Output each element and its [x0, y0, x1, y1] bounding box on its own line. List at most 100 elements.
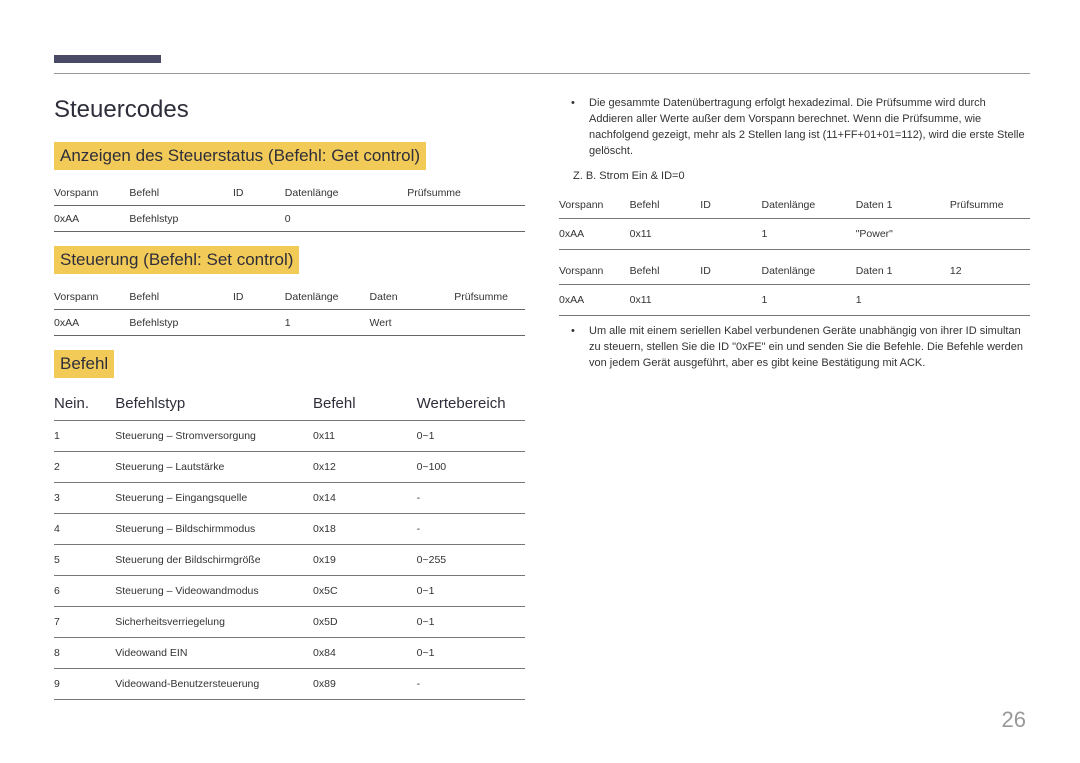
cell: - [417, 669, 525, 700]
cell: 0~100 [417, 452, 525, 483]
cell: - [417, 514, 525, 545]
table-row: 5Steuerung der Bildschirmgröße0x190~255 [54, 545, 525, 576]
cell [700, 284, 761, 315]
table-example-1: Vorspann Befehl ID Datenlänge Daten 1 Pr… [559, 192, 1030, 250]
cell [407, 206, 525, 232]
note-list-2: Um alle mit einem seriellen Kabel verbun… [559, 324, 1030, 372]
right-column: Die gesammte Datenübertragung erfolgt he… [559, 96, 1030, 700]
col-befehl: Befehl [630, 192, 701, 219]
cell: Steuerung – Bildschirmmodus [115, 514, 313, 545]
col-12: 12 [950, 258, 1030, 285]
cell: 3 [54, 483, 115, 514]
cell: 9 [54, 669, 115, 700]
col-datenlaenge: Datenlänge [762, 258, 856, 285]
table-row: 7Sicherheitsverriegelung0x5D0~1 [54, 607, 525, 638]
cell: 4 [54, 514, 115, 545]
cell: Videowand-Benutzersteuerung [115, 669, 313, 700]
table-row: 8Videowand EIN0x840~1 [54, 638, 525, 669]
cell [233, 310, 285, 336]
cell: 0x84 [313, 638, 417, 669]
col-vorspann: Vorspann [54, 284, 129, 310]
page-title: Steuercodes [54, 96, 525, 124]
section-get-control: Anzeigen des Steuerstatus (Befehl: Get c… [54, 142, 426, 170]
content-columns: Steuercodes Anzeigen des Steuerstatus (B… [54, 96, 1030, 700]
header-rule [54, 73, 1030, 74]
note-broadcast-id: Um alle mit einem seriellen Kabel verbun… [589, 324, 1030, 372]
col-vorspann: Vorspann [54, 180, 129, 206]
col-vorspann: Vorspann [559, 192, 630, 219]
cell: 0x5C [313, 576, 417, 607]
col-wertebereich: Wertebereich [417, 388, 525, 421]
section-set-control: Steuerung (Befehl: Set control) [54, 246, 299, 274]
col-pruefsumme: Prüfsumme [454, 284, 525, 310]
col-daten1: Daten 1 [856, 258, 950, 285]
cell: - [417, 483, 525, 514]
cell [950, 218, 1030, 249]
cell: 0xAA [54, 310, 129, 336]
cell: 0~1 [417, 638, 525, 669]
cell: Videowand EIN [115, 638, 313, 669]
col-datenlaenge: Datenlänge [762, 192, 856, 219]
col-befehl: Befehl [313, 388, 417, 421]
col-daten1: Daten 1 [856, 192, 950, 219]
cell: 0~1 [417, 607, 525, 638]
col-nein: Nein. [54, 388, 115, 421]
cell: 0x18 [313, 514, 417, 545]
cell: 0xAA [559, 218, 630, 249]
col-befehl: Befehl [129, 180, 233, 206]
col-id: ID [700, 192, 761, 219]
cell: 0~1 [417, 576, 525, 607]
cell: 1 [762, 284, 856, 315]
cell: Sicherheitsverriegelung [115, 607, 313, 638]
col-datenlaenge: Datenlänge [285, 180, 407, 206]
table-row: 9Videowand-Benutzersteuerung0x89- [54, 669, 525, 700]
cell: 0x19 [313, 545, 417, 576]
cell: 2 [54, 452, 115, 483]
section-befehl: Befehl [54, 350, 114, 378]
cell: 0x89 [313, 669, 417, 700]
cell: 0~255 [417, 545, 525, 576]
cell: 0x11 [630, 218, 701, 249]
cell: 0x11 [313, 421, 417, 452]
cell: 0xAA [54, 206, 129, 232]
cell: Wert [370, 310, 455, 336]
col-befehl: Befehl [129, 284, 233, 310]
col-befehl: Befehl [630, 258, 701, 285]
cell: 0x12 [313, 452, 417, 483]
note-hex-transmission: Die gesammte Datenübertragung erfolgt he… [589, 96, 1030, 160]
cell [454, 310, 525, 336]
cell: Steuerung der Bildschirmgröße [115, 545, 313, 576]
cell: 1 [856, 284, 950, 315]
cell: Steuerung – Stromversorgung [115, 421, 313, 452]
table-get-control: Vorspann Befehl ID Datenlänge Prüfsumme … [54, 180, 525, 232]
table-command-list: Nein. Befehlstyp Befehl Wertebereich 1St… [54, 388, 525, 700]
cell: 6 [54, 576, 115, 607]
cell: 0x14 [313, 483, 417, 514]
cell: 0 [285, 206, 407, 232]
cell: 1 [762, 218, 856, 249]
cell: Steuerung – Lautstärke [115, 452, 313, 483]
col-datenlaenge: Datenlänge [285, 284, 370, 310]
table-row: 4Steuerung – Bildschirmmodus0x18- [54, 514, 525, 545]
col-daten: Daten [370, 284, 455, 310]
cell: 8 [54, 638, 115, 669]
col-befehlstyp: Befehlstyp [115, 388, 313, 421]
cell: 0xAA [559, 284, 630, 315]
page-number: 26 [1002, 707, 1026, 733]
table-row: 2Steuerung – Lautstärke0x120~100 [54, 452, 525, 483]
col-id: ID [233, 180, 285, 206]
col-vorspann: Vorspann [559, 258, 630, 285]
left-column: Steuercodes Anzeigen des Steuerstatus (B… [54, 96, 525, 700]
cell: 5 [54, 545, 115, 576]
cell: "Power" [856, 218, 950, 249]
col-pruefsumme: Prüfsumme [407, 180, 525, 206]
cell [700, 218, 761, 249]
cell [233, 206, 285, 232]
table-row: 1Steuerung – Stromversorgung0x110~1 [54, 421, 525, 452]
cell: 0~1 [417, 421, 525, 452]
cell: 1 [285, 310, 370, 336]
cell: Steuerung – Eingangsquelle [115, 483, 313, 514]
cell: 1 [54, 421, 115, 452]
col-id: ID [233, 284, 285, 310]
cell: Steuerung – Videowandmodus [115, 576, 313, 607]
